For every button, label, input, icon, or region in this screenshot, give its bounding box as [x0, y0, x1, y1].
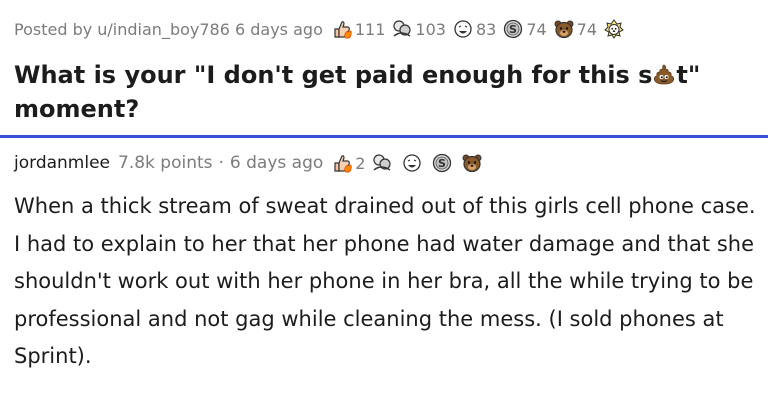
poop-emoji-icon	[652, 63, 676, 85]
comment-award-hug[interactable]	[371, 152, 395, 174]
award-thumbs-up[interactable]: 111	[331, 18, 386, 40]
comment-award-silver[interactable]: S	[431, 152, 455, 174]
post-title[interactable]: What is your "I don't get paid enough fo…	[14, 58, 759, 126]
award-count: 83	[475, 19, 497, 39]
post-author[interactable]: Posted by u/indian_boy786 6 days ago	[14, 20, 323, 39]
thumbs-up-flame-icon	[331, 152, 353, 174]
comment-award-bear[interactable]	[461, 152, 485, 174]
thumbs-up-flame-icon	[331, 18, 353, 40]
comment-award-laugh[interactable]	[401, 152, 425, 174]
hug-icon	[391, 18, 413, 40]
silver-coin-icon: S	[502, 18, 524, 40]
rocket-dog-icon	[603, 18, 625, 40]
post-meta: Posted by u/indian_boy786 6 days ago 111…	[14, 14, 633, 44]
section-divider	[0, 135, 768, 138]
post-title-line2: moment?	[14, 95, 140, 123]
silver-coin-icon: S	[431, 152, 453, 174]
award-bear[interactable]: 74	[553, 18, 597, 40]
comment-award-thumbs-up[interactable]: 2	[331, 152, 365, 174]
laughing-face-icon	[452, 18, 474, 40]
post-time: 6 days ago	[234, 19, 323, 39]
svg-text:S: S	[509, 23, 517, 36]
award-rocket-dog[interactable]	[603, 18, 627, 40]
svg-text:S: S	[438, 157, 446, 170]
award-count: 74	[526, 19, 547, 39]
comment-points: 7.8k points	[118, 153, 213, 173]
post-title-part2: t"	[676, 61, 701, 89]
hug-icon	[371, 152, 393, 174]
comment-meta: jordanmlee 7.8k points · 6 days ago 2 S	[14, 148, 491, 178]
award-silver[interactable]: S 74	[502, 18, 547, 40]
award-count: 74	[576, 19, 598, 39]
laughing-face-icon	[401, 152, 423, 174]
award-count: 2	[355, 153, 366, 173]
comment-body: When a thick stream of sweat drained out…	[14, 194, 756, 368]
award-count: 111	[354, 19, 386, 39]
award-hug[interactable]: 103	[391, 18, 446, 40]
comment-author[interactable]: jordanmlee	[14, 153, 110, 173]
bear-face-icon	[461, 152, 483, 174]
post-title-part1: What is your "I don't get paid enough fo…	[14, 61, 653, 89]
posted-by-text[interactable]: Posted by u/indian_boy786	[14, 20, 230, 39]
comment-time: 6 days ago	[229, 153, 324, 173]
bear-face-icon	[553, 18, 575, 40]
award-count: 103	[415, 19, 446, 39]
award-laugh[interactable]: 83	[452, 18, 496, 40]
meta-separator: ·	[218, 153, 224, 173]
